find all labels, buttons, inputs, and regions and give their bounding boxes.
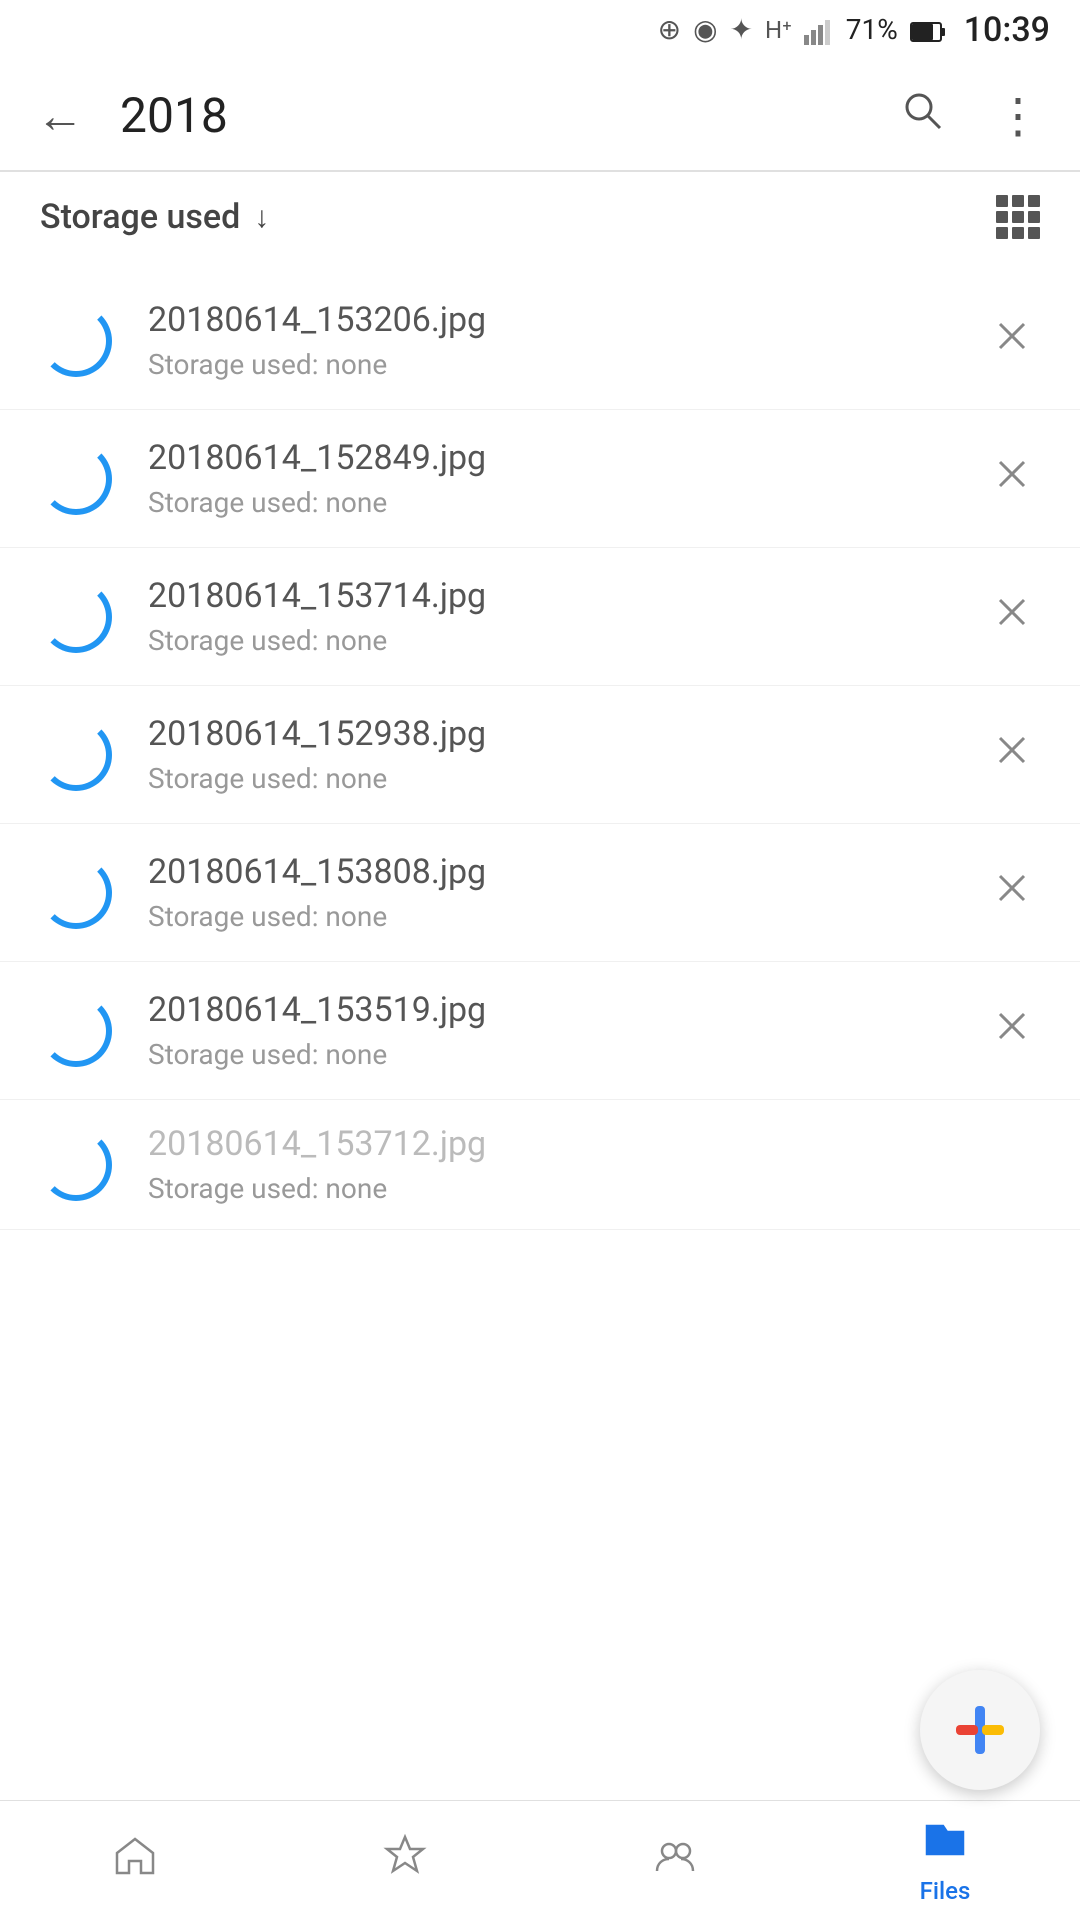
sort-bar: Storage used ↓ bbox=[0, 172, 1080, 262]
page-title: 2018 bbox=[120, 87, 860, 144]
file-storage-info: Storage used: none bbox=[148, 1172, 1020, 1205]
loading-spinner bbox=[40, 857, 112, 929]
file-info: 20180614_152938.jpg Storage used: none bbox=[148, 714, 984, 795]
file-storage-info: Storage used: none bbox=[148, 486, 984, 519]
back-button[interactable]: ← bbox=[30, 87, 90, 144]
file-name: 20180614_153712.jpg bbox=[148, 1124, 1020, 1164]
shared-icon bbox=[653, 1833, 697, 1888]
file-info: 20180614_153712.jpg Storage used: none bbox=[148, 1124, 1020, 1205]
app-bar: ← 2018 ⋮ bbox=[0, 60, 1080, 170]
search-button[interactable] bbox=[890, 78, 954, 153]
file-info: 20180614_152849.jpg Storage used: none bbox=[148, 438, 984, 519]
list-item[interactable]: 20180614_153714.jpg Storage used: none bbox=[0, 548, 1080, 686]
add-fab-button[interactable] bbox=[920, 1670, 1040, 1790]
files-nav-label: Files bbox=[920, 1877, 971, 1905]
more-icon bbox=[1020, 1155, 1040, 1175]
list-item[interactable]: 20180614_153519.jpg Storage used: none bbox=[0, 962, 1080, 1100]
grid-view-toggle[interactable] bbox=[996, 195, 1040, 239]
file-info: 20180614_153519.jpg Storage used: none bbox=[148, 990, 984, 1071]
more-options-button[interactable]: ⋮ bbox=[984, 77, 1050, 154]
network-icon: H⁺ bbox=[765, 16, 792, 44]
home-icon bbox=[113, 1833, 157, 1888]
files-folder-icon bbox=[923, 1816, 967, 1871]
remove-file-button[interactable] bbox=[984, 860, 1040, 926]
nav-item-home[interactable] bbox=[0, 1801, 270, 1920]
remove-file-button[interactable] bbox=[984, 998, 1040, 1064]
file-info: 20180614_153808.jpg Storage used: none bbox=[148, 852, 984, 933]
star-icon bbox=[383, 1833, 427, 1888]
loading-spinner bbox=[40, 719, 112, 791]
list-item[interactable]: 20180614_153712.jpg Storage used: none bbox=[0, 1100, 1080, 1230]
remove-file-button[interactable] bbox=[984, 446, 1040, 512]
status-time: 10:39 bbox=[964, 10, 1050, 50]
status-bar: ⊕ ◉ ✦ H⁺ 71% 10:39 bbox=[0, 0, 1080, 60]
file-name: 20180614_153714.jpg bbox=[148, 576, 984, 616]
nav-item-shared[interactable] bbox=[540, 1801, 810, 1920]
file-info: 20180614_153714.jpg Storage used: none bbox=[148, 576, 984, 657]
file-name: 20180614_152849.jpg bbox=[148, 438, 984, 478]
remove-file-button[interactable] bbox=[984, 722, 1040, 788]
location-icon: ◉ bbox=[693, 13, 717, 46]
file-list: 20180614_153206.jpgStorage used: none201… bbox=[0, 262, 1080, 1240]
file-storage-info: Storage used: none bbox=[148, 762, 984, 795]
loading-spinner bbox=[40, 1129, 112, 1201]
remove-file-button[interactable] bbox=[984, 308, 1040, 374]
plus-icon bbox=[952, 1702, 1008, 1758]
list-item[interactable]: 20180614_152849.jpg Storage used: none bbox=[0, 410, 1080, 548]
battery-percent: 71% bbox=[846, 13, 898, 46]
list-item[interactable]: 20180614_153206.jpg Storage used: none bbox=[0, 272, 1080, 410]
loading-spinner bbox=[40, 443, 112, 515]
bottom-nav: Files bbox=[0, 1800, 1080, 1920]
battery-icon bbox=[910, 13, 946, 46]
sort-arrow-icon: ↓ bbox=[254, 200, 269, 235]
sort-label-text: Storage used bbox=[40, 197, 240, 237]
file-info: 20180614_153206.jpg Storage used: none bbox=[148, 300, 984, 381]
file-storage-info: Storage used: none bbox=[148, 900, 984, 933]
list-item[interactable]: 20180614_153808.jpg Storage used: none bbox=[0, 824, 1080, 962]
loading-spinner bbox=[40, 305, 112, 377]
signal-icon bbox=[804, 13, 834, 47]
add-to-drive-icon: ⊕ bbox=[658, 13, 681, 46]
remove-file-button[interactable] bbox=[984, 584, 1040, 650]
file-storage-info: Storage used: none bbox=[148, 1038, 984, 1071]
file-name: 20180614_153206.jpg bbox=[148, 300, 984, 340]
list-item[interactable]: 20180614_152938.jpg Storage used: none bbox=[0, 686, 1080, 824]
loading-spinner bbox=[40, 995, 112, 1067]
file-storage-info: Storage used: none bbox=[148, 624, 984, 657]
bluetooth-icon: ✦ bbox=[730, 13, 753, 46]
file-name: 20180614_153519.jpg bbox=[148, 990, 984, 1030]
file-name: 20180614_153808.jpg bbox=[148, 852, 984, 892]
nav-item-starred[interactable] bbox=[270, 1801, 540, 1920]
status-icons: ⊕ ◉ ✦ H⁺ 71% bbox=[658, 13, 946, 47]
file-storage-info: Storage used: none bbox=[148, 348, 984, 381]
nav-item-files[interactable]: Files bbox=[810, 1801, 1080, 1920]
loading-spinner bbox=[40, 581, 112, 653]
sort-button[interactable]: Storage used ↓ bbox=[40, 197, 269, 237]
file-name: 20180614_152938.jpg bbox=[148, 714, 984, 754]
